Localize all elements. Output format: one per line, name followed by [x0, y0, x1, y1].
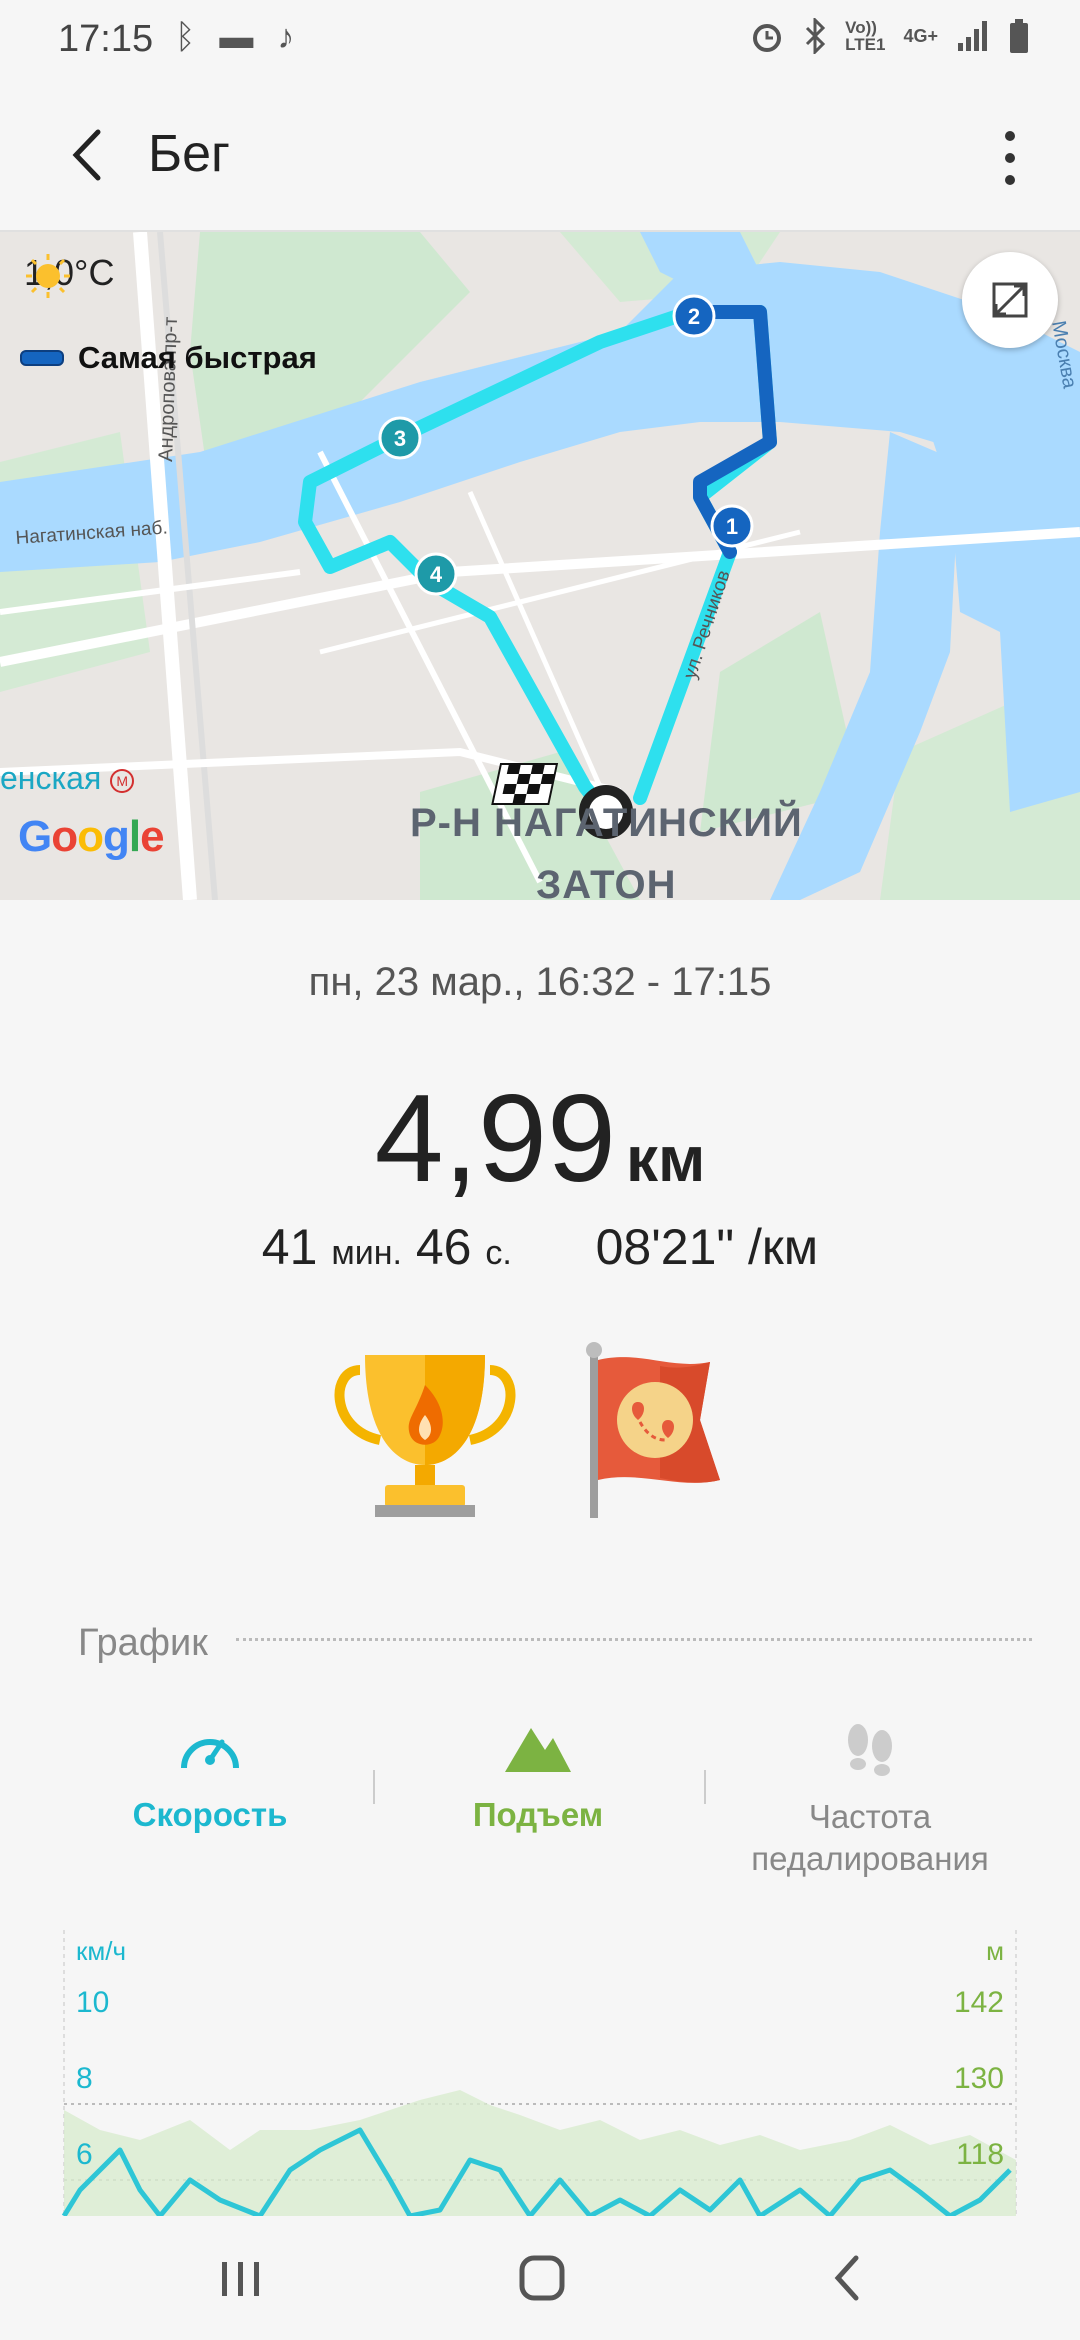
route-map[interactable]: 1 2 3 4 Андропова пр-т Нагатинская наб. … [0, 232, 1080, 900]
distance-value: 4,99 [374, 1070, 616, 1208]
marker-label: 1 [726, 514, 738, 539]
district-line-1: Р-Н НАГАТИНСКИЙ [410, 801, 803, 845]
graph-header-divider [236, 1638, 1032, 1641]
tab-divider [373, 1770, 375, 1804]
speedometer-icon [181, 1739, 239, 1769]
marker-label: 2 [688, 304, 700, 329]
right-tick: 142 [953, 1986, 1004, 2019]
route-marker-2: 2 [672, 294, 716, 338]
graph-section-title: График [78, 1622, 208, 1664]
achievements [330, 1340, 750, 1520]
recent-apps-button[interactable] [210, 2254, 270, 2304]
signal-icon [958, 21, 987, 51]
right-tick: 130 [953, 2062, 1004, 2095]
system-nav-bar [0, 2216, 1080, 2340]
route-marker-4: 4 [414, 552, 458, 596]
duration-pace-line: 41 мин. 46 с. 08'21" /км [0, 1218, 1080, 1276]
left-axis-unit: км/ч [76, 1936, 127, 1966]
metro-name: енская [0, 760, 102, 796]
trophy-icon[interactable] [330, 1340, 520, 1520]
chart-canvas [61, 1930, 1017, 2216]
duration-seconds: 46 [415, 1219, 472, 1275]
tab-elevation-label: Подъем [472, 1796, 604, 1833]
left-tick: 8 [76, 2062, 93, 2095]
map-legend: Самая быстрая [20, 340, 317, 376]
back-nav-button[interactable] [818, 2250, 878, 2306]
right-axis-unit: м [986, 1936, 1004, 1966]
tab-cadence-label: Частота педалирования [751, 1798, 989, 1877]
message-icon: ▬ [219, 18, 254, 56]
district-label: Р-Н НАГАТИНСКИЙ ЗАТОН [410, 792, 803, 900]
tab-elevation[interactable]: Подъем [438, 1720, 638, 1834]
page-title: Бег [148, 125, 231, 183]
expand-icon [992, 282, 1028, 318]
left-tick: 10 [76, 1986, 110, 2019]
expand-map-button[interactable] [962, 252, 1058, 348]
status-bar: 17:15 ᛒ ▬ ♪ Vo)) LTE1 4G+ [0, 0, 1080, 80]
battery-icon [1010, 19, 1028, 53]
4g-icon: 4G+ [903, 25, 938, 46]
status-time: 17:15 [58, 18, 154, 60]
sun-icon [26, 254, 70, 298]
mountain-icon [505, 1728, 571, 1772]
tab-cadence[interactable]: Частота педалирования [730, 1720, 1010, 1880]
bluetooth-icon [806, 18, 826, 54]
fastest-line-swatch [20, 350, 64, 366]
duration-seconds-unit: с. [485, 1234, 512, 1272]
volte-icon: Vo)) LTE1 [845, 18, 886, 54]
system-icons: Vo)) LTE1 4G+ [749, 18, 1030, 54]
elevation-area [64, 2090, 1016, 2216]
distance-display: 4,99 км [0, 1068, 1080, 1210]
legend-label: Самая быстрая [78, 340, 317, 375]
tab-speed-label: Скорость [132, 1796, 288, 1833]
app-bar: Бег [0, 80, 1080, 232]
back-button[interactable] [60, 120, 120, 190]
workout-date-range: пн, 23 мар., 16:32 - 17:15 [308, 960, 772, 1004]
marker-label: 4 [430, 562, 443, 587]
duration-minutes: 41 [261, 1219, 318, 1275]
marker-label: 3 [394, 426, 406, 451]
tab-divider [704, 1770, 706, 1804]
bluetooth-icon: ᛒ [175, 18, 196, 56]
notification-icons: ᛒ ▬ ♪ [175, 18, 294, 57]
home-button[interactable] [512, 2250, 572, 2306]
metro-icon: M [110, 768, 135, 793]
route-marker-1: 1 [710, 504, 754, 548]
duration-minutes-unit: мин. [331, 1234, 402, 1272]
distance-unit: км [625, 1123, 706, 1195]
footsteps-icon [848, 1724, 892, 1776]
pace: 08'21" /км [595, 1219, 819, 1275]
google-logo: Google [18, 812, 165, 861]
left-tick: 6 [76, 2138, 93, 2171]
speed-elevation-chart[interactable]: км/ч м 10 8 6 142 130 118 [60, 1930, 1020, 2216]
alarm-icon [753, 24, 782, 52]
graph-tabs: Скорость Подъем Частота педалирования [0, 1720, 1080, 1890]
district-line-2: ЗАТОН [536, 863, 677, 900]
tab-speed[interactable]: Скорость [110, 1720, 310, 1834]
music-note-icon: ♪ [277, 18, 295, 56]
more-options-button[interactable] [1000, 128, 1020, 188]
weather-info: 1,0°C [24, 252, 114, 298]
right-tick: 118 [956, 2138, 1004, 2171]
route-flag-icon[interactable] [560, 1340, 750, 1520]
metro-label: енская M [0, 760, 135, 797]
route-marker-3: 3 [378, 416, 422, 460]
